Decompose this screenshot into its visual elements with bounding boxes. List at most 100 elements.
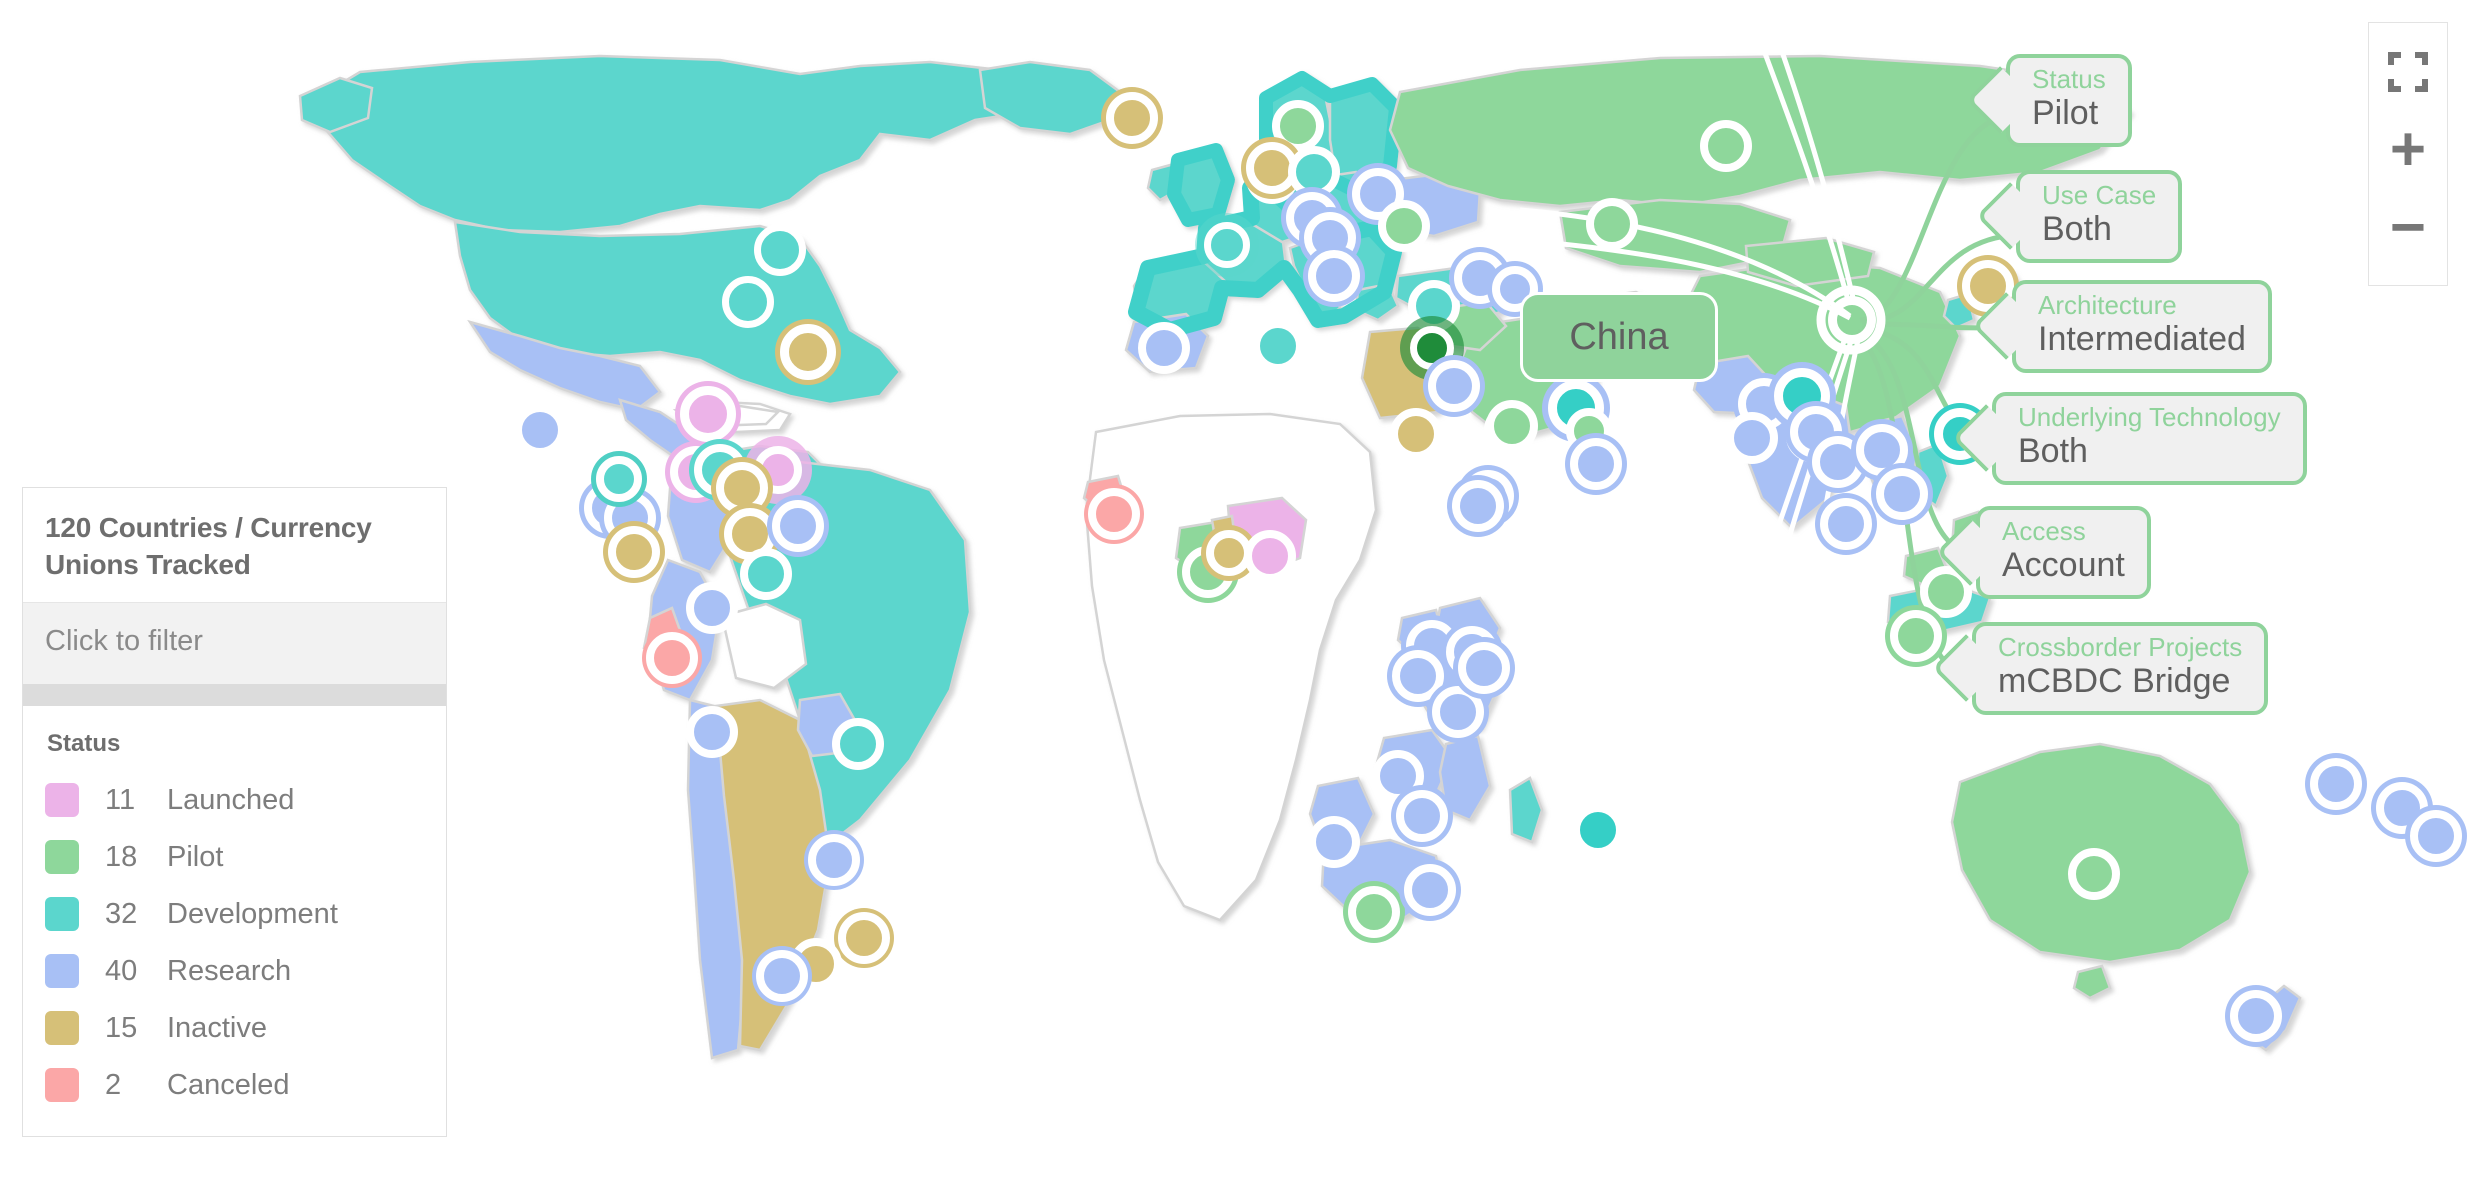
zoom-in-label: + bbox=[2389, 115, 2427, 185]
legend-row-pilot[interactable]: 18 Pilot bbox=[45, 829, 424, 886]
legend-count-development: 32 bbox=[105, 897, 138, 930]
marker-nigeria[interactable] bbox=[1244, 530, 1296, 582]
legend-count-launched: 11 bbox=[105, 783, 136, 816]
marker-samoa[interactable] bbox=[2410, 810, 2462, 862]
marker-france[interactable] bbox=[1204, 222, 1250, 268]
legend-row-launched[interactable]: 11 Launched bbox=[45, 772, 424, 829]
country-madagascar bbox=[1508, 776, 1544, 844]
legend-swatch-development bbox=[45, 897, 79, 932]
legend-swatch-launched bbox=[45, 783, 79, 818]
callout-status[interactable]: Status Pilot bbox=[2006, 54, 2132, 147]
marker-senegal[interactable] bbox=[1088, 488, 1140, 540]
marker-brazil[interactable] bbox=[832, 718, 884, 770]
marker-belize[interactable] bbox=[596, 456, 642, 502]
marker-uruguay[interactable] bbox=[838, 912, 890, 964]
fullscreen-icon[interactable] bbox=[2369, 33, 2447, 111]
legend-swatch-research bbox=[45, 954, 79, 989]
marker-tanzania[interactable] bbox=[1432, 686, 1484, 738]
marker-srilanka[interactable] bbox=[1820, 498, 1872, 550]
legend-panel: 120 Countries / Currency Unions Tracked … bbox=[22, 487, 447, 1137]
marker-trinidad[interactable] bbox=[772, 500, 824, 552]
fullscreen-glyph bbox=[2388, 52, 2428, 92]
marker-jordan[interactable] bbox=[1428, 360, 1480, 412]
marker-paraguay[interactable] bbox=[808, 834, 860, 886]
zoom-in-button[interactable]: + bbox=[2369, 111, 2447, 189]
legend-count-research: 40 bbox=[105, 954, 138, 987]
marker-ethiopia[interactable] bbox=[1452, 480, 1504, 532]
marker-fiji[interactable] bbox=[2310, 758, 2362, 810]
callout-status-value: Pilot bbox=[2032, 93, 2099, 132]
marker-bahamas[interactable] bbox=[780, 324, 836, 380]
marker-chile[interactable] bbox=[756, 950, 808, 1002]
zoom-out-button[interactable]: − bbox=[2369, 189, 2447, 267]
status-legend: Status 11 Launched 18 Pilot 32 Development 40 R… bbox=[23, 705, 446, 1136]
marker-costarica[interactable] bbox=[716, 462, 768, 514]
legend-swatch-inactive bbox=[45, 1011, 79, 1046]
marker-elsalvador[interactable] bbox=[608, 526, 660, 578]
legend-label-research: Research bbox=[167, 954, 292, 987]
callout-architecture[interactable]: Architecture Intermediated bbox=[2012, 280, 2272, 373]
legend-row-canceled[interactable]: 2 Canceled bbox=[45, 1057, 424, 1114]
marker-oman[interactable] bbox=[1570, 438, 1622, 490]
status-legend-rows: 11 Launched 18 Pilot 32 Development 40 Research… bbox=[45, 772, 424, 1114]
marker-southafrica[interactable] bbox=[1348, 886, 1400, 938]
legend-label-canceled: Canceled bbox=[167, 1068, 290, 1101]
marker-italy[interactable] bbox=[1308, 250, 1360, 302]
marker-morocco[interactable] bbox=[1138, 322, 1190, 374]
marker-canada[interactable] bbox=[754, 224, 806, 276]
callout-crossborder-projects[interactable]: Crossborder Projects mCBDC Bridge bbox=[1972, 622, 2269, 715]
callout-underlying-technology-value: Both bbox=[2018, 431, 2088, 470]
marker-usa[interactable] bbox=[722, 276, 774, 328]
legend-row-development[interactable]: 32 Development bbox=[45, 886, 424, 943]
marker-rwanda[interactable] bbox=[1392, 650, 1444, 702]
marker-newzealand[interactable] bbox=[2230, 990, 2282, 1042]
marker-mozambique[interactable] bbox=[1396, 790, 1448, 842]
marker-iceland[interactable] bbox=[1106, 92, 1158, 144]
tracked-count-title: 120 Countries / Currency Unions Tracked bbox=[45, 512, 372, 580]
callout-architecture-label: Architecture bbox=[2038, 290, 2177, 320]
marker-ukraine[interactable] bbox=[1378, 200, 1430, 252]
marker-saudi[interactable] bbox=[1486, 400, 1538, 452]
callout-underlying-technology[interactable]: Underlying Technology Both bbox=[1992, 392, 2307, 485]
marker-mexico[interactable] bbox=[514, 404, 566, 456]
marker-eswatini[interactable] bbox=[1404, 864, 1456, 916]
marker-colombia[interactable] bbox=[686, 582, 738, 634]
filter-button[interactable]: Click to filter bbox=[23, 601, 446, 684]
marker-malaysia[interactable] bbox=[1890, 610, 1942, 662]
legend-row-inactive[interactable]: 15 Inactive bbox=[45, 1000, 424, 1057]
callout-use-case[interactable]: Use Case Both bbox=[2016, 170, 2183, 263]
panel-divider bbox=[23, 683, 446, 706]
marker-namibia[interactable] bbox=[1308, 816, 1360, 868]
marker-egypt-alt[interactable] bbox=[1390, 408, 1442, 460]
marker-pakistan[interactable] bbox=[1726, 412, 1778, 464]
marker-russia[interactable] bbox=[1700, 120, 1752, 172]
callout-use-case-value: Both bbox=[2042, 209, 2112, 248]
legend-swatch-pilot bbox=[45, 840, 79, 875]
callout-use-case-label: Use Case bbox=[2042, 180, 2157, 210]
zoom-out-label: − bbox=[2389, 193, 2427, 263]
legend-label-inactive: Inactive bbox=[167, 1011, 267, 1044]
marker-mauritius[interactable] bbox=[1572, 804, 1624, 856]
legend-row-research[interactable]: 40 Research bbox=[45, 943, 424, 1000]
marker-mongolia[interactable] bbox=[1586, 198, 1638, 250]
callout-underlying-technology-label: Underlying Technology bbox=[2018, 402, 2281, 432]
legend-count-inactive: 15 bbox=[105, 1011, 138, 1044]
marker-turkey[interactable] bbox=[1408, 280, 1460, 332]
marker-ecuador[interactable] bbox=[646, 632, 698, 684]
legend-label-development: Development bbox=[167, 897, 338, 930]
callout-crossborder-projects-value: mCBDC Bridge bbox=[1998, 661, 2231, 700]
marker-sweden[interactable] bbox=[1288, 146, 1340, 198]
marker-australia[interactable] bbox=[2068, 848, 2120, 900]
marker-tunisia[interactable] bbox=[1252, 320, 1304, 372]
marker-dem-congo[interactable] bbox=[1458, 642, 1510, 694]
marker-venezuela[interactable] bbox=[740, 548, 792, 600]
callout-access[interactable]: Access Account bbox=[1976, 506, 2151, 599]
marker-china-hub[interactable] bbox=[1828, 296, 1876, 344]
marker-peru[interactable] bbox=[686, 706, 738, 758]
country-mozambique bbox=[1438, 734, 1492, 822]
cbdc-tracker-app: China Status Pilot Use Case Both Archite… bbox=[0, 0, 2472, 1192]
marker-jamaica[interactable] bbox=[680, 386, 736, 442]
marker-bangladesh[interactable] bbox=[1876, 468, 1928, 520]
legend-label-pilot: Pilot bbox=[167, 840, 224, 873]
map-controls[interactable]: + − bbox=[2368, 22, 2448, 286]
